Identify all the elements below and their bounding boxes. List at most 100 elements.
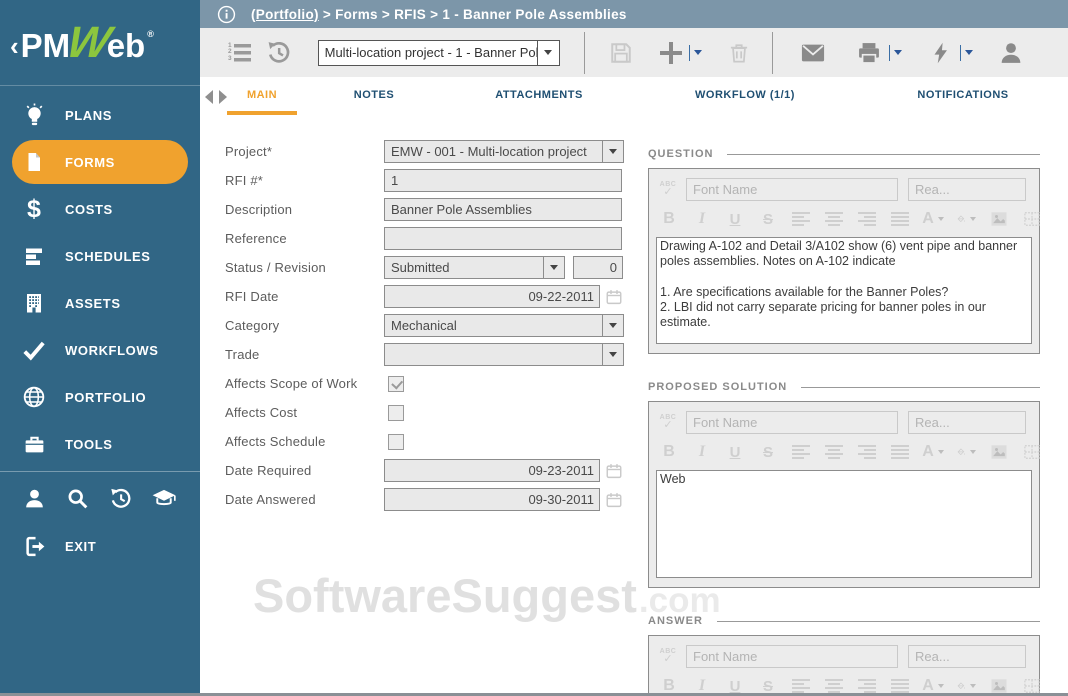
affects-schedule-checkbox[interactable] [388, 434, 404, 450]
rfi-date-field[interactable]: 09-22-2011 [384, 285, 600, 308]
sidebar-item-schedules[interactable]: SCHEDULES [12, 234, 188, 278]
affects-cost-checkbox[interactable] [388, 405, 404, 421]
form-row-reference: Reference [225, 224, 630, 253]
font-color-icon[interactable]: A [923, 208, 943, 230]
bold-icon[interactable]: B [659, 441, 679, 463]
font-size-input[interactable] [908, 645, 1026, 668]
category-select[interactable]: Mechanical [384, 314, 624, 337]
print-split-button[interactable] [855, 39, 902, 67]
fill-color-icon[interactable] [956, 208, 976, 230]
user-icon[interactable] [20, 485, 48, 511]
revision-field[interactable]: 0 [573, 256, 623, 279]
underline-icon[interactable]: U [725, 208, 745, 230]
tab-main[interactable]: MAIN [227, 77, 297, 115]
sidebar-item-tools[interactable]: TOOLS [12, 422, 188, 466]
font-size-input[interactable] [908, 411, 1026, 434]
search-icon[interactable] [63, 485, 91, 511]
info-icon[interactable] [217, 5, 236, 24]
font-size-input[interactable] [908, 178, 1026, 201]
trade-select[interactable] [384, 343, 624, 366]
sidebar-item-exit[interactable]: EXIT [12, 524, 188, 568]
fill-color-icon[interactable] [956, 441, 976, 463]
save-icon[interactable] [607, 39, 635, 67]
record-selector-arrow[interactable] [537, 41, 559, 65]
calendar-icon[interactable] [605, 288, 623, 306]
sidebar-item-costs[interactable]: $ COSTS [12, 187, 188, 231]
sidebar-item-plans[interactable]: PLANS [12, 93, 188, 137]
lightning-icon [928, 40, 954, 66]
date-required-field[interactable]: 09-23-2011 [384, 459, 600, 482]
question-text-area[interactable]: Drawing A-102 and Detail 3/A102 show (6)… [656, 237, 1032, 344]
sidebar-item-label: TOOLS [65, 437, 113, 452]
insert-table-icon[interactable] [1022, 441, 1042, 463]
strikethrough-icon[interactable]: S [758, 441, 778, 463]
align-justify-icon[interactable] [890, 441, 910, 463]
chevron-down-icon[interactable] [602, 344, 623, 365]
date-answered-field[interactable]: 09-30-2011 [384, 488, 600, 511]
spellcheck-icon[interactable]: ABC✓ [656, 414, 680, 430]
calendar-icon[interactable] [605, 491, 623, 509]
italic-icon[interactable]: I [692, 208, 712, 230]
bold-icon[interactable]: B [659, 208, 679, 230]
description-field[interactable]: Banner Pole Assemblies [384, 198, 622, 221]
add-record-split-button[interactable] [659, 41, 702, 65]
sidebar-item-forms[interactable]: FORMS [12, 140, 188, 184]
font-name-input[interactable] [686, 178, 898, 201]
align-justify-icon[interactable] [890, 208, 910, 230]
chevron-down-icon[interactable] [602, 141, 623, 162]
align-center-icon[interactable] [824, 441, 844, 463]
breadcrumb-portfolio-link[interactable]: (Portfolio) [251, 7, 319, 22]
exit-label: EXIT [65, 539, 96, 554]
record-selector-dropdown[interactable]: Multi-location project - 1 - Banner Pole… [318, 40, 560, 66]
align-right-icon[interactable] [857, 208, 877, 230]
reference-field[interactable] [384, 227, 622, 250]
italic-icon[interactable]: I [692, 441, 712, 463]
logo-angle: ‹ [10, 31, 19, 62]
spellcheck-icon[interactable]: ABC✓ [656, 181, 680, 197]
profile-icon[interactable] [997, 39, 1025, 67]
font-name-input[interactable] [686, 645, 898, 668]
align-center-icon[interactable] [824, 208, 844, 230]
tab-workflow[interactable]: WORKFLOW (1/1) [695, 77, 795, 115]
tab-attachments[interactable]: ATTACHMENTS [495, 77, 583, 115]
rfi-number-field[interactable]: 1 [384, 169, 622, 192]
proposed-solution-text-area[interactable]: Web [656, 470, 1032, 578]
align-left-icon[interactable] [791, 208, 811, 230]
education-cap-icon[interactable] [150, 485, 178, 511]
calendar-icon[interactable] [605, 462, 623, 480]
font-name-input[interactable] [686, 411, 898, 434]
insert-image-icon[interactable] [989, 208, 1009, 230]
form-row-affects-cost: Affects Cost [225, 398, 630, 427]
align-right-icon[interactable] [857, 441, 877, 463]
sidebar-item-assets[interactable]: ASSETS [12, 281, 188, 325]
project-select[interactable]: EMW - 001 - Multi-location project [384, 140, 624, 163]
add-dropdown-arrow[interactable] [694, 50, 702, 55]
align-left-icon[interactable] [791, 441, 811, 463]
history-icon[interactable] [107, 485, 135, 511]
ordered-list-icon[interactable]: 123 [228, 43, 251, 63]
chevron-down-icon[interactable] [602, 315, 623, 336]
underline-icon[interactable]: U [725, 441, 745, 463]
tab-scroll-right-icon[interactable] [219, 90, 227, 104]
email-icon[interactable] [799, 39, 827, 67]
print-dropdown-arrow[interactable] [894, 50, 902, 55]
tab-notifications[interactable]: NOTIFICATIONS [917, 77, 1008, 115]
strikethrough-icon[interactable]: S [758, 208, 778, 230]
section-title: QUESTION [648, 148, 713, 160]
spellcheck-icon[interactable]: ABC✓ [656, 648, 680, 664]
sidebar-item-portfolio[interactable]: PORTFOLIO [12, 375, 188, 419]
actions-dropdown-arrow[interactable] [965, 50, 973, 55]
pmweb-logo[interactable]: ‹PMWeb® [0, 0, 200, 86]
sidebar-item-workflows[interactable]: WORKFLOWS [12, 328, 188, 372]
actions-split-button[interactable] [928, 40, 973, 66]
history-icon[interactable] [265, 39, 292, 66]
affects-scope-checkbox[interactable] [388, 376, 404, 392]
tab-notes[interactable]: NOTES [354, 77, 394, 115]
chevron-down-icon[interactable] [543, 257, 564, 278]
insert-image-icon[interactable] [989, 441, 1009, 463]
status-select[interactable]: Submitted [384, 256, 565, 279]
insert-table-icon[interactable] [1022, 208, 1042, 230]
font-color-icon[interactable]: A [923, 441, 943, 463]
delete-icon[interactable] [726, 40, 752, 66]
tab-scroll-left-icon[interactable] [205, 90, 213, 104]
